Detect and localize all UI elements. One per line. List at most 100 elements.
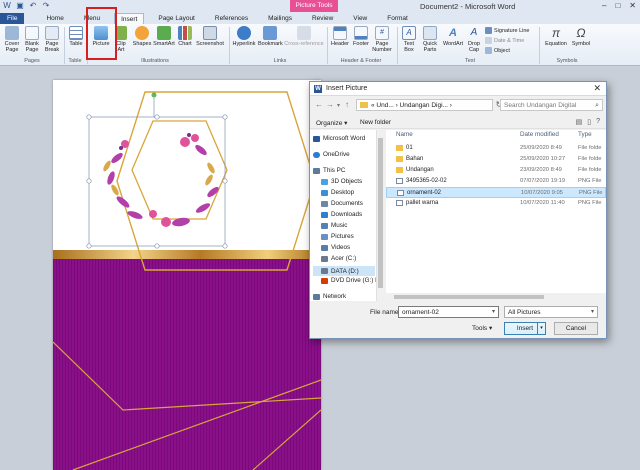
document-icon	[321, 200, 328, 207]
tab-format[interactable]: Format	[381, 13, 414, 24]
tab-mailings[interactable]: Mailings	[262, 13, 298, 24]
smartart-button[interactable]: SmartArt	[153, 26, 175, 47]
file-list[interactable]: Name Date modified Type 01 25/09/2020 8:4…	[386, 130, 606, 301]
insert-button[interactable]: Insert ▾	[504, 322, 546, 335]
tab-file[interactable]: File	[0, 13, 25, 24]
tab-references[interactable]: References	[209, 13, 254, 24]
tab-review[interactable]: Review	[306, 13, 339, 24]
file-row[interactable]: Bahan 25/09/2020 10:27 File folde	[386, 154, 606, 165]
nav-item-this-pc[interactable]: This PC	[313, 167, 345, 174]
text-box-button[interactable]: A Text Box	[400, 26, 418, 53]
address-bar[interactable]: « Und... › Undangan Digi... ›	[356, 99, 493, 111]
drop-cap-icon: A	[470, 27, 478, 38]
drop-cap-button[interactable]: A Drop Cap	[467, 26, 481, 53]
dialog-close-icon[interactable]: ✕	[593, 83, 601, 94]
file-date: 23/09/2020 8:49	[520, 167, 562, 173]
page-number-button[interactable]: # Page Number	[371, 26, 393, 53]
maximize-button[interactable]: □	[615, 0, 620, 12]
header-button[interactable]: Header	[330, 26, 350, 47]
nav-item-videos[interactable]: Videos	[321, 244, 350, 251]
page-break-button[interactable]: Page Break	[43, 26, 61, 53]
signature-line-button[interactable]: Signature Line	[485, 27, 529, 34]
nav-item-data-d[interactable]: DATA (D:)	[313, 266, 375, 276]
minimize-button[interactable]: –	[602, 0, 606, 12]
nav-item-desktop[interactable]: Desktop	[321, 189, 354, 196]
up-arrow-icon[interactable]: ↑	[345, 100, 349, 109]
preview-pane-icon[interactable]: ▯	[587, 118, 591, 126]
view-options-icon[interactable]: ▤	[576, 118, 583, 126]
file-row[interactable]: 3495365-02-02 07/07/2020 19:19 PNG File	[386, 176, 606, 187]
document-page[interactable]	[53, 80, 321, 470]
insert-picture-dialog[interactable]: W Insert Picture ✕ ← → ▾ ↑ « Und... › Un…	[309, 81, 607, 339]
organize-button[interactable]: Organize ▾	[316, 119, 347, 127]
ribbon-separator	[64, 27, 65, 64]
recent-locations-chevron-icon[interactable]: ▾	[337, 102, 340, 109]
column-name[interactable]: Name	[396, 131, 413, 138]
back-arrow-icon[interactable]: ←	[315, 100, 323, 109]
column-type[interactable]: Type	[578, 131, 592, 138]
help-icon[interactable]: ?	[596, 118, 600, 126]
file-row[interactable]: pallet warna 10/07/2020 11:40 PNG File	[386, 198, 606, 209]
tab-view[interactable]: View	[347, 13, 373, 24]
footer-button[interactable]: Footer	[352, 26, 370, 47]
new-folder-button[interactable]: New folder	[360, 119, 391, 126]
cancel-button[interactable]: Cancel	[554, 322, 598, 335]
redo-icon[interactable]: ↷	[41, 1, 51, 11]
equation-button[interactable]: π Equation	[543, 26, 569, 47]
close-button[interactable]: ✕	[629, 0, 636, 12]
table-button[interactable]: Table	[67, 26, 85, 47]
bookmark-button[interactable]: Bookmark	[258, 26, 283, 47]
nav-item-music[interactable]: Music	[321, 222, 347, 229]
nav-item-3d-objects[interactable]: 3D Objects	[321, 178, 362, 185]
group-links: Links	[273, 58, 287, 64]
file-list-scrollbar[interactable]	[386, 293, 606, 301]
navigation-pane[interactable]: Microsoft Word OneDrive This PC 3D Objec…	[310, 130, 384, 301]
file-name-input[interactable]: ornament-02 ▾	[398, 306, 499, 318]
search-input[interactable]: Search Undangan Digital ⌕	[500, 99, 603, 111]
shapes-button[interactable]: Shapes	[132, 26, 152, 47]
insert-split-chevron-icon[interactable]: ▾	[537, 323, 545, 334]
save-icon[interactable]: ▣	[15, 1, 25, 11]
forward-arrow-icon[interactable]: →	[326, 100, 334, 109]
symbol-button[interactable]: Ω Symbol	[570, 26, 592, 47]
nav-item-documents[interactable]: Documents	[321, 200, 363, 207]
file-row[interactable]: ornament-02 10/07/2020 9:05 PNG File	[386, 187, 606, 198]
nav-item-downloads[interactable]: Downloads	[321, 211, 362, 218]
drive-icon	[321, 255, 328, 262]
navigation-scrollbar[interactable]	[376, 130, 384, 301]
screenshot-button[interactable]: Screenshot	[196, 26, 224, 47]
undo-icon[interactable]: ↶	[28, 1, 38, 11]
cover-page-button[interactable]: Cover Page	[3, 26, 21, 53]
nav-item-onedrive[interactable]: OneDrive	[313, 151, 350, 158]
nav-item-dvd-drive[interactable]: DVD Drive (G:) M	[321, 277, 380, 284]
date-time-button[interactable]: Date & Time	[485, 37, 524, 44]
chart-button[interactable]: Chart	[176, 26, 194, 47]
nav-item-acer-c[interactable]: Acer (C:)	[321, 255, 356, 262]
tab-insert[interactable]: Insert	[114, 13, 145, 24]
tab-home[interactable]: Home	[40, 13, 69, 24]
file-type-select[interactable]: All Pictures ▾	[504, 306, 598, 318]
cross-reference-icon	[297, 26, 311, 40]
group-symbols: Symbols	[556, 58, 578, 64]
picture-selection-frame[interactable]	[86, 92, 228, 249]
quick-parts-button[interactable]: Quick Parts	[421, 26, 439, 53]
scrollbar-thumb[interactable]	[394, 295, 544, 299]
object-button[interactable]: Object	[485, 47, 510, 54]
nav-item-pictures[interactable]: Pictures	[321, 233, 354, 240]
file-type: File folde	[578, 145, 602, 151]
file-row[interactable]: 01 25/09/2020 8:49 File folde	[386, 143, 606, 154]
scrollbar-thumb[interactable]	[378, 138, 383, 288]
cross-reference-button[interactable]: Cross-reference	[284, 26, 324, 47]
hyperlink-button[interactable]: Hyperlink	[232, 26, 256, 47]
nav-item-microsoft-word[interactable]: Microsoft Word	[313, 135, 365, 142]
chevron-down-icon[interactable]: ▾	[492, 307, 495, 318]
file-row[interactable]: Undangan 23/09/2020 8:49 File folde	[386, 165, 606, 176]
dialog-title-bar[interactable]: W Insert Picture ✕	[310, 82, 606, 96]
column-date-modified[interactable]: Date modified	[520, 131, 559, 138]
office-icon	[321, 277, 328, 284]
tab-page-layout[interactable]: Page Layout	[152, 13, 201, 24]
wordart-button[interactable]: A WordArt	[441, 26, 465, 47]
blank-page-button[interactable]: Blank Page	[23, 26, 41, 53]
tools-button[interactable]: Tools ▾	[472, 324, 492, 332]
nav-item-network[interactable]: Network	[313, 293, 346, 300]
